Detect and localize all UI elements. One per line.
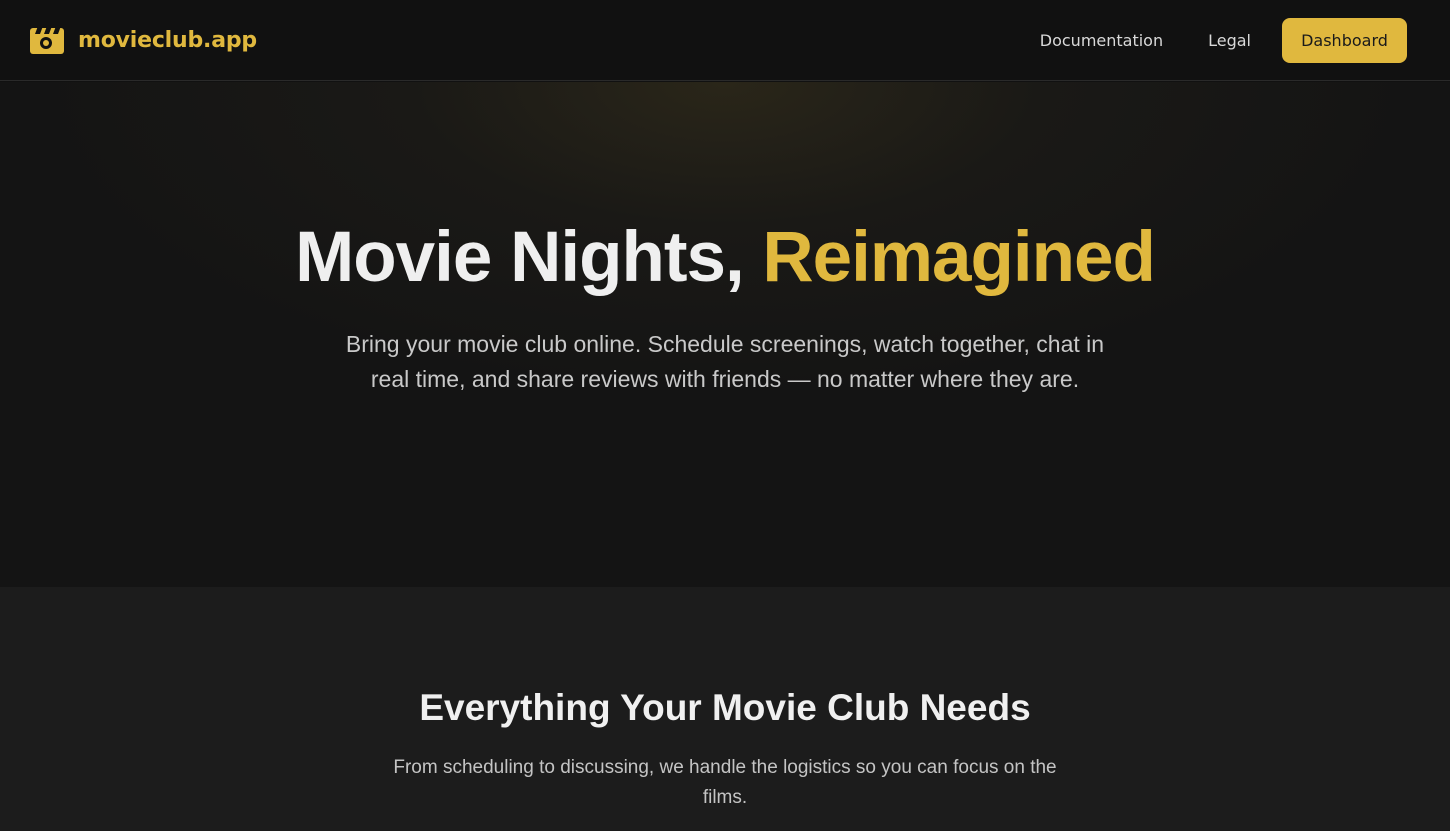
features-title: Everything Your Movie Club Needs bbox=[419, 687, 1031, 728]
features-section: Everything Your Movie Club Needs From sc… bbox=[0, 587, 1450, 831]
brand-logo-link[interactable]: movieclub.app bbox=[30, 26, 257, 54]
hero-section: Movie Nights, Reimagined Bring your movi… bbox=[0, 82, 1450, 587]
dashboard-button[interactable]: Dashboard bbox=[1282, 17, 1407, 63]
hero-title-accent: Reimagined bbox=[762, 218, 1155, 297]
brand-name: movieclub.app bbox=[78, 27, 257, 53]
film-camera-icon bbox=[30, 26, 64, 54]
hero-title: Movie Nights, Reimagined bbox=[0, 217, 1450, 298]
features-subtitle-line1: From scheduling to discussing, we handle… bbox=[393, 757, 1057, 778]
features-subtitle-line2: films. bbox=[702, 787, 748, 808]
hero-subtitle-line1: Bring your movie club online. Schedule s… bbox=[345, 331, 1105, 357]
hero-title-main: Movie Nights, bbox=[295, 218, 763, 297]
nav-links: Documentation Legal Dashboard bbox=[1040, 17, 1407, 63]
hero-subtitle-line2: real time, and share reviews with friend… bbox=[370, 366, 1080, 392]
features-subtitle: From scheduling to discussing, we handle… bbox=[365, 753, 1085, 813]
hero-subtitle: Bring your movie club online. Schedule s… bbox=[0, 327, 1450, 397]
nav-link-documentation[interactable]: Documentation bbox=[1040, 31, 1163, 50]
nav-link-legal[interactable]: Legal bbox=[1208, 31, 1251, 50]
top-nav: movieclub.app Documentation Legal Dashbo… bbox=[0, 0, 1450, 81]
